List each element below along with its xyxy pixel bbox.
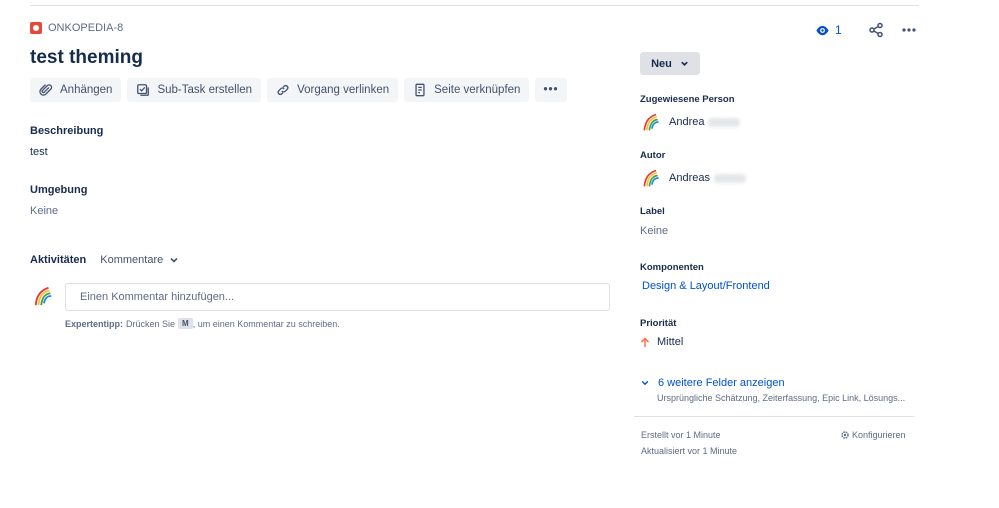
issue-toolbar: Anhängen Sub-Task erstellen Vorgang verl…: [30, 78, 567, 102]
more-icon: [901, 28, 916, 32]
paperclip-icon: [39, 84, 53, 96]
activity-filter-label: Kommentare: [100, 254, 164, 266]
updated-timestamp: Aktualisiert vor 1 Minute: [641, 446, 738, 456]
toolbar-more-button[interactable]: •••: [535, 78, 567, 102]
chevron-down-icon: [681, 61, 688, 66]
tip-text-before: Drücken Sie: [126, 318, 176, 329]
eye-icon: [816, 25, 829, 35]
more-fields-summary: Ursprüngliche Schätzung, Zeiterfassung, …: [657, 393, 906, 403]
gear-icon: [841, 431, 849, 439]
status-label: Neu: [651, 57, 672, 70]
subtask-icon: [137, 84, 150, 96]
watcher-count: 1: [835, 23, 842, 37]
activity-header: Aktivitäten Kommentare: [30, 254, 179, 266]
more-fields-label: 6 weitere Felder anzeigen: [658, 377, 785, 389]
shortcut-key: M: [178, 318, 193, 329]
environment-label: Umgebung: [30, 184, 88, 196]
status-dropdown[interactable]: Neu: [640, 52, 700, 75]
reporter-field[interactable]: Andreas: [641, 168, 746, 188]
assignee-field[interactable]: Andrea: [641, 112, 741, 132]
more-actions-button[interactable]: [892, 20, 925, 40]
components-label: Komponenten: [640, 262, 704, 273]
link-icon: [277, 85, 289, 95]
reporter-label: Autor: [640, 150, 666, 161]
created-timestamp: Erstellt vor 1 Minute: [641, 430, 721, 440]
issue-key-link[interactable]: ONKOPEDIA-8: [48, 22, 123, 34]
share-button[interactable]: [859, 20, 892, 40]
page-icon: [415, 83, 425, 97]
assignee-label: Zugewiesene Person: [640, 94, 735, 105]
issue-actions: 1: [815, 20, 925, 40]
bug-icon: [30, 22, 42, 34]
activity-filter-dropdown[interactable]: Kommentare: [100, 254, 179, 266]
breadcrumb: ONKOPEDIA-8: [30, 22, 123, 34]
link-issue-label: Vorgang verlinken: [297, 84, 390, 96]
link-page-button[interactable]: Seite verknüpfen: [404, 78, 530, 102]
issue-title[interactable]: test theming: [30, 47, 143, 69]
assignee-name: Andrea: [669, 116, 705, 128]
subtask-label: Sub-Task erstellen: [157, 84, 253, 96]
tip-text-after: , um einen Kommentar zu schreiben.: [192, 318, 340, 329]
sidebar-divider: [634, 416, 915, 417]
share-icon: [868, 22, 883, 38]
arrow-up-icon: [640, 336, 650, 347]
watch-button[interactable]: 1: [815, 23, 859, 38]
user-avatar-icon: [643, 169, 659, 187]
blurred-name: [708, 117, 741, 127]
description-label: Beschreibung: [30, 125, 104, 137]
label-value[interactable]: Keine: [640, 225, 668, 237]
attach-label: Anhängen: [60, 84, 113, 96]
comment-input[interactable]: Einen Kommentar hinzufügen...: [65, 283, 610, 311]
more-fields-toggle[interactable]: 6 weitere Felder anzeigen Ursprüngliche …: [641, 377, 905, 403]
chevron-down-icon: [170, 257, 178, 263]
comment-placeholder: Einen Kommentar hinzufügen...: [80, 291, 235, 303]
blurred-name: [713, 173, 746, 183]
priority-value: Mittel: [657, 336, 684, 348]
link-issue-button[interactable]: Vorgang verlinken: [267, 78, 399, 102]
configure-button[interactable]: Konfigurieren: [840, 430, 906, 440]
priority-label: Priorität: [640, 318, 677, 329]
label-label: Label: [640, 206, 665, 217]
attach-button[interactable]: Anhängen: [30, 78, 122, 102]
reporter-name: Andreas: [669, 172, 710, 184]
configure-label: Konfigurieren: [852, 430, 906, 440]
link-page-label: Seite verknüpfen: [434, 84, 521, 96]
expert-tip: Expertentipp: Drücken Sie M , um einen K…: [65, 318, 340, 329]
ellipsis-icon: •••: [543, 84, 559, 96]
priority-field[interactable]: Mittel: [640, 336, 683, 348]
create-subtask-button[interactable]: Sub-Task erstellen: [127, 78, 262, 102]
description-value[interactable]: test: [30, 146, 48, 158]
user-avatar-icon: [34, 286, 52, 306]
user-avatar-icon: [643, 113, 659, 131]
environment-value[interactable]: Keine: [30, 205, 58, 217]
component-link[interactable]: Design & Layout/Frontend: [642, 280, 770, 292]
top-divider: [30, 5, 919, 6]
activity-label: Aktivitäten: [30, 254, 87, 266]
tip-prefix: Expertentipp:: [65, 318, 124, 329]
chevron-down-icon: [641, 380, 649, 386]
